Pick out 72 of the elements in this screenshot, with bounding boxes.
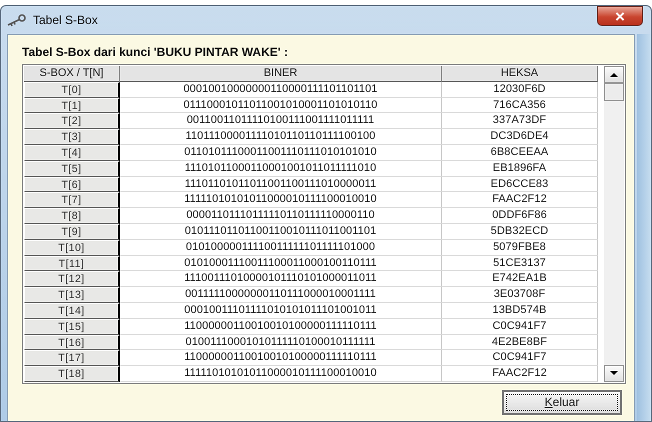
scroll-down-button[interactable] (604, 364, 624, 382)
scroll-thumb[interactable] (604, 83, 624, 101)
table-cell: 0DDF6F86 (442, 208, 598, 224)
table-cell: C0C941F7 (442, 350, 598, 366)
table-cell: ED6CCE83 (442, 176, 598, 192)
table-cell: 13BD574B (442, 302, 598, 319)
table-cell: 01110001011011001010001101010110 (120, 98, 442, 114)
row-header: T[18] (24, 366, 120, 382)
table-cell: 01101011100011001110111010101010 (120, 144, 442, 161)
row-header: T[10] (24, 240, 120, 256)
table-cell: 11101011000110001001011011111010 (120, 160, 442, 177)
exit-button[interactable]: Keluar (502, 390, 622, 415)
table-cell: DC3D6DE4 (442, 129, 598, 145)
table-cell: 00010011101111010101011101001011 (120, 302, 442, 319)
table-cell: 6B8CEEAA (442, 144, 598, 161)
row-header: T[4] (24, 144, 120, 161)
table-cell: 00110011011110100111001111011111 (120, 113, 442, 130)
table-cell: 11100111010000101110101000011011 (120, 271, 442, 288)
table-cell: 01001110001010111110100010111111 (120, 334, 442, 350)
table-cell: 5079FBE8 (442, 240, 598, 256)
close-button[interactable] (597, 6, 643, 26)
column-header[interactable]: S-BOX / T[N] (24, 66, 120, 82)
table-cell: 11101101011011001100111010000011 (120, 176, 442, 192)
table-cell: 11011100001111010110110111100100 (120, 129, 442, 145)
table-cell: 4E2BE8BF (442, 334, 598, 350)
row-header: T[1] (24, 98, 120, 114)
row-header: T[9] (24, 224, 120, 240)
row-header: T[2] (24, 113, 120, 130)
table-cell: 11111010101011000010111100010010 (120, 366, 442, 382)
row-header: T[11] (24, 256, 120, 272)
up-arrow-icon (610, 72, 618, 76)
row-header: T[6] (24, 176, 120, 192)
table-cell: 01010000011110011111101111101000 (120, 240, 442, 256)
table-cell: 716CA356 (442, 98, 598, 114)
row-header: T[12] (24, 271, 120, 288)
table-cell: 12030F6D (442, 82, 598, 98)
row-header: T[17] (24, 350, 120, 366)
table-cell: FAAC2F12 (442, 192, 598, 208)
table-cell: 11111010101011000010111100010010 (120, 192, 442, 208)
table-cell: 00001101110111110110111110000110 (120, 208, 442, 224)
table-cell: 00111110000000110111000010001111 (120, 287, 442, 303)
row-header: T[8] (24, 208, 120, 224)
table-cell: 01010001110011100011000100110111 (120, 256, 442, 272)
close-icon (615, 12, 625, 20)
table-cell: 01011101101100110010111011001101 (120, 224, 442, 240)
row-header: T[7] (24, 192, 120, 208)
table-caption: Tabel S-Box dari kunci 'BUKU PINTAR WAKE' : (22, 45, 289, 59)
table-cell: 5DB32ECD (442, 224, 598, 240)
table-cell: E742EA1B (442, 271, 598, 288)
table-cell: 337A73DF (442, 113, 598, 130)
row-header: T[0] (24, 82, 120, 98)
table-cell: C0C941F7 (442, 318, 598, 335)
table-cell: 51CE3137 (442, 256, 598, 272)
row-header: T[14] (24, 302, 120, 319)
row-header: T[13] (24, 287, 120, 303)
window-title: Tabel S-Box (33, 13, 99, 27)
column-header[interactable]: BINER (120, 66, 442, 82)
table-cell: 11000000110010010100000111110111 (120, 318, 442, 335)
scrollbar[interactable] (604, 66, 624, 382)
key-icon (7, 13, 27, 27)
table-cell: 00010010000000110000111101101101 (120, 82, 442, 98)
column-header[interactable]: HEKSA (442, 66, 598, 82)
row-header: T[16] (24, 334, 120, 350)
table-cell: 3E03708F (442, 287, 598, 303)
scroll-up-button[interactable] (604, 66, 624, 83)
row-header: T[15] (24, 318, 120, 335)
row-header: T[3] (24, 129, 120, 145)
table-cell: 11000000110010010100000111110111 (120, 350, 442, 366)
table-cell: EB1896FA (442, 160, 598, 177)
row-header: T[5] (24, 160, 120, 177)
down-arrow-icon (610, 371, 618, 376)
table-cell: FAAC2F12 (442, 366, 598, 382)
